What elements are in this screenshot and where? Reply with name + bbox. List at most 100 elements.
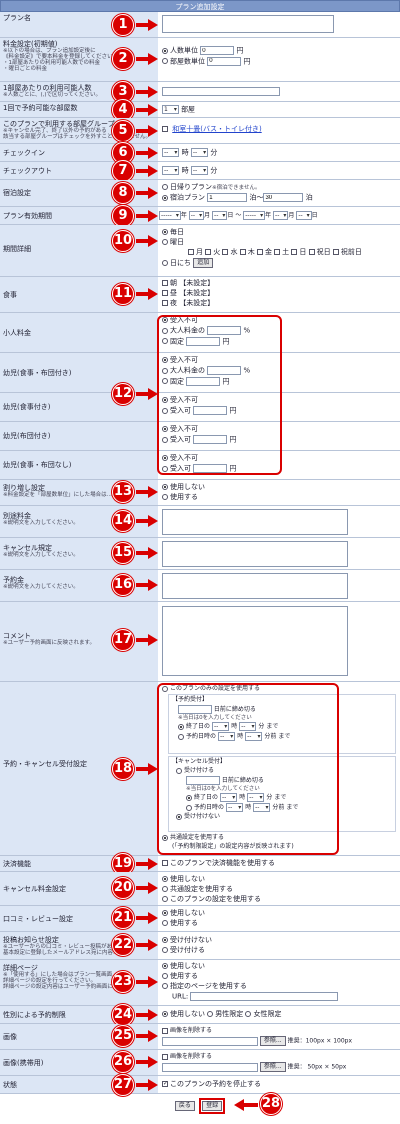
cancel-policy-textarea[interactable] [162, 541, 348, 567]
pointer-arrow-icon [136, 634, 158, 646]
detail-url-input[interactable] [190, 992, 339, 1001]
radio-not-use[interactable] [162, 876, 168, 882]
label-discount: 割り増し設定 [3, 484, 45, 492]
delete-image-mobile-checkbox[interactable] [162, 1053, 168, 1060]
checkout-minute-select[interactable]: -- [190, 166, 209, 175]
capacity-input[interactable] [162, 87, 280, 96]
radio-common[interactable] [162, 886, 168, 892]
label-stay: 宿泊設定 [0, 180, 158, 206]
pointer-arrow-icon [136, 1079, 158, 1091]
pointer-arrow-icon [136, 104, 158, 116]
stay-to-input[interactable] [263, 193, 304, 202]
pointer-arrow-left-icon [234, 1099, 258, 1111]
step-badge: 2 [112, 48, 134, 70]
end-day-select[interactable]: -- [296, 211, 312, 220]
meal-checkbox[interactable] [162, 280, 168, 286]
label-period: プラン有効期間 [0, 207, 158, 224]
option-label: 宿泊プラン [170, 193, 205, 202]
radio-male-only[interactable] [207, 1011, 214, 1017]
browse-button[interactable]: 参照... [259, 1062, 286, 1072]
radio-per-room[interactable] [162, 58, 168, 64]
plan-name-textarea[interactable] [162, 15, 334, 33]
comment-textarea[interactable] [162, 606, 348, 676]
option-label: 部屋数単位 [170, 57, 205, 65]
day-checkbox[interactable] [291, 249, 298, 255]
register-button[interactable]: 登録 [202, 1101, 223, 1111]
day-label: 祝日 [316, 248, 331, 256]
meal-checkbox[interactable] [162, 290, 168, 296]
radio-not-use[interactable] [162, 963, 168, 969]
checkin-hour-select[interactable]: -- [162, 148, 180, 157]
row-cancel-fee: キャンセル料金設定 使用しない 共通設定を使用する このプランの設定を使用する … [0, 872, 400, 906]
radio-per-person[interactable] [162, 47, 168, 54]
radio-not-use[interactable] [162, 910, 168, 916]
option-label: 人数単位 [170, 46, 198, 55]
delete-image-checkbox[interactable] [162, 1027, 168, 1034]
radio-use[interactable] [162, 494, 168, 500]
rooms-select[interactable]: 1 [162, 105, 179, 114]
separate-fee-textarea[interactable] [162, 509, 348, 535]
checkout-hour-select[interactable]: -- [162, 166, 180, 175]
radio-female-only[interactable] [245, 1011, 252, 1017]
per-person-fee-input[interactable] [200, 46, 235, 55]
radio-use[interactable] [162, 973, 168, 979]
step-badge: 14 [112, 510, 134, 532]
unit-label: 月 [204, 212, 211, 219]
step-badge: 16 [112, 574, 134, 596]
radio-not-use[interactable] [162, 1011, 168, 1017]
day-label: 土 [282, 248, 290, 256]
start-day-select[interactable]: -- [212, 211, 228, 220]
deposit-textarea[interactable] [162, 573, 348, 599]
stay-from-input[interactable] [207, 193, 248, 202]
row-capacity: 1部屋あたりの利用可能人数 ※人数ごとに、(,)で区切ってください。 3 [0, 81, 400, 103]
radio-by-date[interactable] [162, 260, 168, 266]
radio-not-accept[interactable] [162, 937, 168, 943]
payment-checkbox[interactable] [162, 860, 168, 866]
image-mobile-file-input[interactable] [162, 1062, 258, 1072]
day-checkbox[interactable] [205, 249, 212, 255]
per-room-fee-input[interactable] [207, 56, 242, 66]
radio-overnight[interactable] [162, 194, 168, 201]
row-room-group: このプランで利用する部屋グループ ※キャンセル完了、終了以外の予約がある 該当する部… [0, 118, 400, 144]
stop-plan-checkbox[interactable] [162, 1079, 168, 1088]
room-group-checkbox[interactable] [162, 126, 168, 132]
pointer-arrow-icon [136, 235, 158, 247]
image-file-input[interactable] [162, 1036, 258, 1046]
back-button[interactable]: 戻る [174, 1101, 195, 1111]
radio-use[interactable] [162, 920, 168, 926]
room-group-link[interactable]: 和室十畳(バス・トイレ付き) [172, 125, 261, 133]
end-year-select[interactable]: ----- [243, 211, 266, 220]
radio-not-use[interactable] [162, 484, 168, 490]
radio-plan[interactable] [162, 896, 168, 902]
day-checkbox[interactable] [239, 249, 246, 255]
pointer-arrow-icon [136, 53, 158, 65]
radio-day-trip[interactable] [162, 184, 168, 190]
unit-label: 円 [236, 46, 244, 55]
day-checkbox[interactable] [308, 249, 315, 255]
option-label: このプランで決済機能を使用する [170, 859, 275, 867]
label-deposit: 予約金 [3, 576, 24, 584]
radio-everyday[interactable] [162, 229, 168, 235]
meal-checkbox[interactable] [162, 300, 168, 306]
fee-note: ・曜日ごとの料金 [3, 66, 47, 72]
radio-specified-page[interactable] [162, 983, 168, 989]
label-payment: 決済機能 [0, 856, 158, 871]
radio-weekday[interactable] [162, 239, 168, 245]
start-month-select[interactable]: -- [188, 211, 205, 220]
checkin-minute-select[interactable]: -- [190, 148, 209, 157]
day-checkbox[interactable] [256, 249, 263, 255]
option-label: 使用しない [170, 875, 205, 883]
add-date-button[interactable]: 追加 [193, 258, 214, 268]
day-checkbox[interactable] [188, 249, 194, 255]
browse-button[interactable]: 参照... [259, 1036, 286, 1046]
radio-accept[interactable] [162, 947, 168, 953]
end-month-select[interactable]: -- [273, 211, 289, 220]
unit-label: 年 [265, 212, 272, 219]
day-checkbox[interactable] [332, 249, 339, 255]
day-checkbox[interactable] [274, 249, 281, 255]
day-checkbox[interactable] [222, 249, 229, 255]
label-room-group: このプランで利用する部屋グループ [3, 120, 115, 128]
option-label: 使用する [170, 493, 198, 501]
recommended-size: 推奨： 50px × 50px [287, 1063, 347, 1071]
start-year-select[interactable]: ----- [159, 211, 181, 220]
